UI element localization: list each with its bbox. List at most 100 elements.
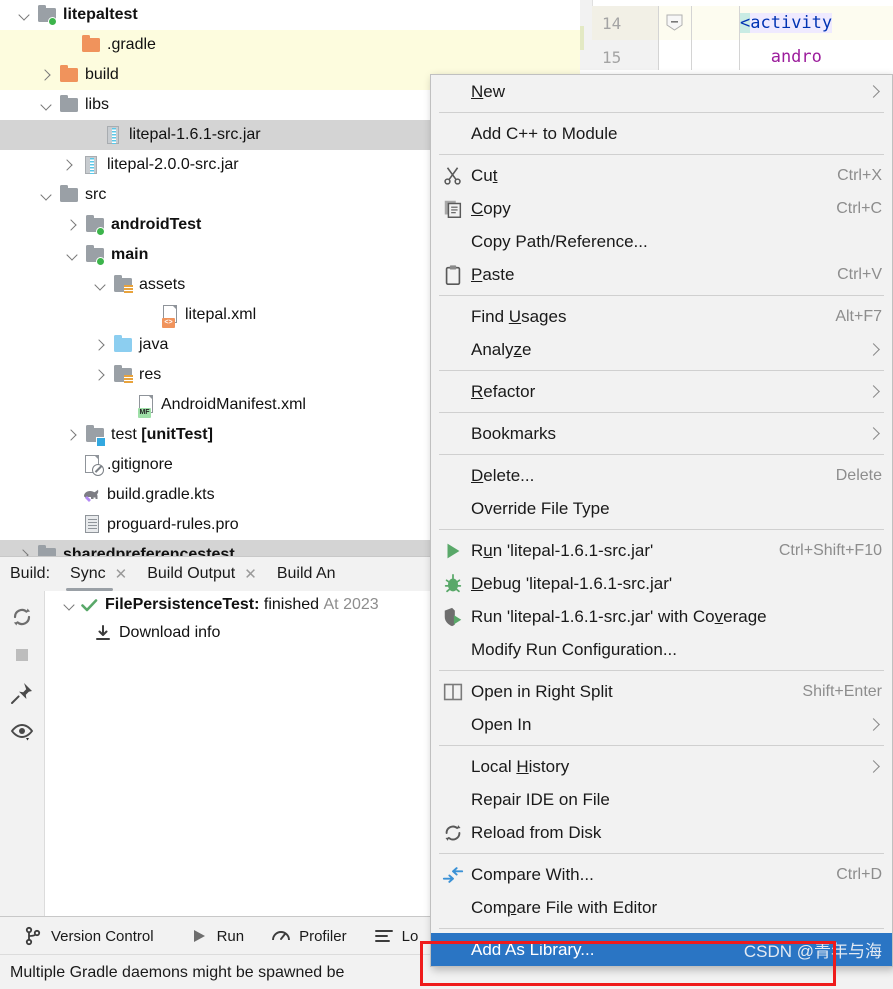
editor-line-14: 14 < activity: [592, 6, 893, 40]
menu-item[interactable]: Repair IDE on File: [431, 783, 892, 816]
toolbar-label-logcat: Lo: [401, 927, 419, 945]
folder-icon: [58, 90, 82, 120]
tab-build-output[interactable]: Build Output ✕: [147, 557, 257, 591]
module-folder-icon: [36, 540, 60, 556]
menu-item[interactable]: Analyze: [431, 333, 892, 366]
tree-row[interactable]: .gradle: [0, 30, 580, 60]
chevron-right-icon[interactable]: [90, 360, 112, 390]
menu-item[interactable]: Copy Path/Reference...: [431, 225, 892, 258]
chevron-right-icon[interactable]: [90, 330, 112, 360]
menu-item[interactable]: Modify Run Configuration...: [431, 633, 892, 666]
toolbar-item-logcat[interactable]: Lo: [373, 926, 419, 946]
toolbar-item-version-control[interactable]: Version Control: [22, 926, 154, 946]
chevron-right-icon: [866, 417, 882, 450]
close-icon[interactable]: ✕: [244, 565, 257, 583]
tree-row-label: androidTest: [111, 216, 202, 233]
menu-item-label: Override File Type: [471, 498, 610, 518]
menu-item[interactable]: Run 'litepal-1.6.1-src.jar' with Coverag…: [431, 600, 892, 633]
chevron-down-icon[interactable]: [14, 0, 36, 30]
menu-item-label: Run 'litepal-1.6.1-src.jar' with Coverag…: [471, 606, 767, 626]
toolbar-item-run[interactable]: Run: [188, 926, 245, 946]
chevron-right-icon[interactable]: [62, 210, 84, 240]
menu-item[interactable]: Copy Ctrl+C: [431, 192, 892, 225]
rerun-icon[interactable]: [10, 605, 34, 629]
menu-item[interactable]: Reload from Disk: [431, 816, 892, 849]
clipboard-icon: [437, 258, 471, 291]
copy-icon: [437, 192, 471, 225]
menu-separator: [439, 745, 884, 746]
chevron-down-icon[interactable]: [62, 240, 84, 270]
code-editor[interactable]: 14 < activity 15 andro: [580, 0, 893, 70]
menu-item[interactable]: Add C++ to Module: [431, 117, 892, 150]
menu-item-label: Local History: [471, 756, 570, 776]
menu-item[interactable]: New: [431, 75, 892, 108]
pin-icon[interactable]: [10, 681, 34, 705]
eye-filter-icon[interactable]: [10, 719, 34, 743]
chevron-down-icon[interactable]: [36, 180, 58, 210]
watermark-text: CSDN @青年与海: [743, 942, 882, 961]
close-icon[interactable]: ✕: [115, 565, 128, 583]
folder-icon: [58, 180, 82, 210]
toolbar-label-run: Run: [216, 927, 245, 945]
menu-item[interactable]: Run 'litepal-1.6.1-src.jar' Ctrl+Shift+F1…: [431, 534, 892, 567]
line-number-14: 14: [592, 6, 658, 40]
context-menu[interactable]: New Add C++ to Module Cut Ctrl+X Copy Ctrl+C C…: [430, 74, 893, 967]
tab-build-output-label: Build Output: [147, 565, 236, 582]
chevron-down-icon[interactable]: [36, 90, 58, 120]
tab-sync[interactable]: Sync ✕: [66, 557, 128, 591]
menu-item[interactable]: Open In: [431, 708, 892, 741]
tab-build-analyzer[interactable]: Build An: [277, 557, 336, 591]
branch-icon: [22, 926, 44, 946]
tree-row-label: litepal.xml: [185, 306, 257, 323]
tree-row-label: libs: [85, 96, 110, 113]
menu-item-label: New: [471, 81, 506, 101]
menu-separator: [439, 412, 884, 413]
menu-item[interactable]: Refactor: [431, 375, 892, 408]
module-folder-icon: [36, 0, 60, 30]
tree-row-label: build.gradle.kts: [107, 486, 215, 503]
fold-marker-icon[interactable]: [658, 6, 692, 40]
tree-row-label: test [unitTest]: [111, 426, 213, 443]
menu-item[interactable]: Debug 'litepal-1.6.1-src.jar': [431, 567, 892, 600]
menu-item[interactable]: Open in Right Split Shift+Enter: [431, 675, 892, 708]
menu-item[interactable]: Override File Type: [431, 492, 892, 525]
menu-item[interactable]: Add As Library... CSDN @青年与海: [431, 933, 892, 966]
build-result-name: FilePersistenceTest:: [105, 596, 260, 613]
chevron-right-icon[interactable]: [58, 150, 80, 180]
menu-item[interactable]: Paste Ctrl+V: [431, 258, 892, 291]
menu-item-label: Paste: [471, 264, 515, 284]
menu-item-label: Delete...: [471, 465, 535, 485]
menu-item[interactable]: Delete... Delete: [431, 459, 892, 492]
line-number-15: 15: [592, 40, 658, 70]
tree-row[interactable]: litepaltest: [0, 0, 580, 30]
menu-item-shortcut: Ctrl+D: [836, 865, 882, 883]
folder-icon: [58, 60, 82, 90]
expand-twisty[interactable]: [59, 590, 81, 620]
chevron-right-icon[interactable]: [36, 60, 58, 90]
ide-window: 14 < activity 15 andro litepaltest .gradle…: [0, 0, 893, 989]
menu-item-shortcut: Ctrl+C: [836, 199, 882, 217]
menu-item[interactable]: Bookmarks: [431, 417, 892, 450]
chevron-right-icon[interactable]: [14, 540, 36, 556]
menu-item-label: Copy Path/Reference...: [471, 231, 648, 251]
menu-item[interactable]: Local History: [431, 750, 892, 783]
build-result-status: finished: [263, 596, 320, 613]
chevron-down-icon[interactable]: [90, 270, 112, 300]
menu-item[interactable]: Compare File with Editor: [431, 891, 892, 924]
menu-item-shortcut: Ctrl+Shift+F10: [778, 541, 882, 559]
menu-item[interactable]: Find Usages Alt+F7: [431, 300, 892, 333]
stop-icon[interactable]: [10, 643, 34, 667]
menu-item-label: Open in Right Split: [471, 681, 613, 701]
chevron-right-icon[interactable]: [62, 420, 84, 450]
menu-item[interactable]: Compare With... Ctrl+D: [431, 858, 892, 891]
toolbar-item-profiler[interactable]: Profiler: [270, 926, 347, 946]
menu-item[interactable]: Cut Ctrl+X: [431, 159, 892, 192]
test-folder-icon: [84, 420, 108, 450]
compare-icon: [437, 858, 471, 891]
tree-row-label: java: [139, 336, 169, 353]
editor-code-line-14: < activity: [740, 13, 833, 33]
chevron-right-icon: [866, 750, 882, 783]
